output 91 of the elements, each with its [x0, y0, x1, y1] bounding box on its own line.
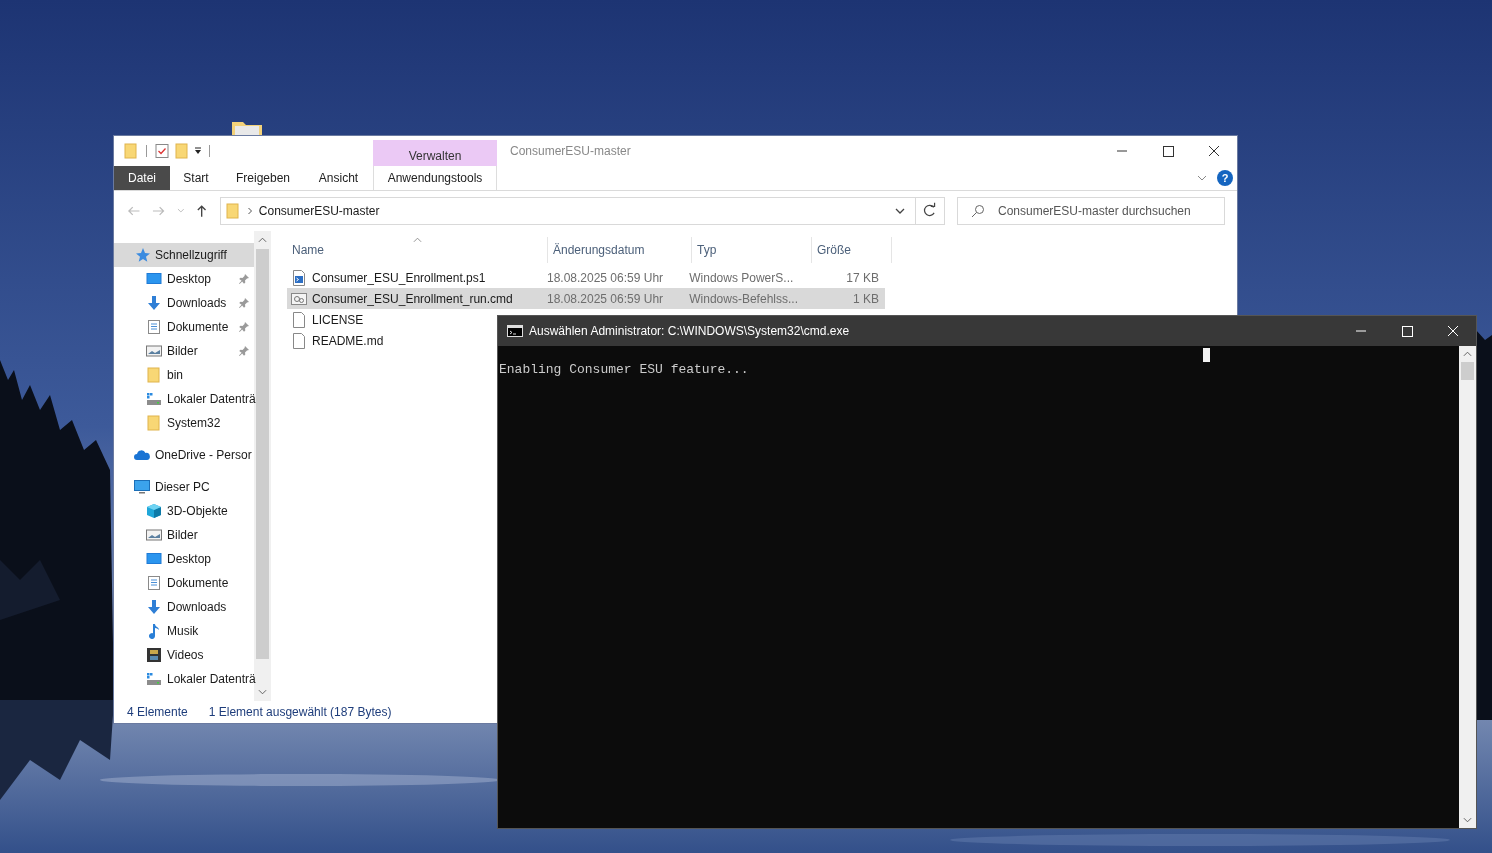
sidebar-item[interactable]: Bilder	[114, 523, 254, 547]
sidebar-item[interactable]: Downloads	[114, 595, 254, 619]
file-row[interactable]: README.md	[287, 330, 392, 351]
document-icon	[146, 319, 162, 335]
ribbon-tab[interactable]: Start	[170, 166, 222, 190]
scrollbar-thumb[interactable]	[256, 249, 269, 659]
file-name: Consumer_ESU_Enrollment.ps1	[312, 270, 486, 285]
text-cursor	[1203, 348, 1210, 362]
sidebar-item[interactable]: Schnellzugriff	[114, 243, 254, 267]
folder-icon	[146, 415, 162, 431]
drive-icon	[146, 671, 162, 687]
console-output: Enabling Consumer ESU feature...	[499, 362, 750, 377]
document-icon	[146, 575, 162, 591]
window-title: ConsumerESU-master	[510, 144, 631, 158]
column-header[interactable]: Änderungsdatum	[548, 237, 692, 263]
star-icon	[134, 247, 150, 263]
drive-icon	[146, 391, 162, 407]
folder-icon	[224, 203, 241, 219]
file-name: README.md	[312, 333, 384, 348]
sidebar-item[interactable]: Dokumente	[114, 315, 254, 339]
address-path[interactable]: ConsumerESU-master	[258, 204, 380, 218]
script-file-icon	[291, 269, 307, 286]
file-row[interactable]: Consumer_ESU_Enrollment_run.cmd 18.08.2025 06:59 Uhr Windows-Befehlss... 1 KB	[287, 288, 885, 309]
file-icon	[291, 332, 307, 349]
file-row[interactable]: LICENSE	[287, 309, 372, 330]
sidebar-item[interactable]: bin	[114, 363, 254, 387]
computer-icon	[134, 479, 150, 495]
scrollbar[interactable]	[254, 231, 271, 701]
picture-frame-icon	[146, 527, 162, 543]
address-bar[interactable]: ConsumerESU-master	[219, 197, 917, 225]
monitor-icon	[146, 551, 162, 567]
file-name: Consumer_ESU_Enrollment_run.cmd	[312, 291, 513, 306]
date-cell-text: 18.08.2025 06:59 Uhr	[545, 270, 665, 285]
scroll-down-icon[interactable]	[1463, 817, 1472, 823]
sidebar-item[interactable]: Lokaler Datenträ	[114, 387, 254, 411]
scroll-up-icon[interactable]	[258, 237, 267, 243]
sidebar-item[interactable]: Dokumente	[114, 571, 254, 595]
sidebar-item[interactable]: Desktop	[114, 547, 254, 571]
column-header[interactable]: Typ	[692, 237, 812, 263]
folder-icon	[146, 367, 162, 383]
file-row[interactable]: Consumer_ESU_Enrollment.ps1 18.08.2025 06:59 Uhr Windows PowerS... 17 KB	[287, 267, 885, 288]
item-count: 4 Elemente	[127, 705, 188, 719]
scroll-up-icon[interactable]	[1463, 351, 1472, 357]
sort-up-icon	[413, 237, 422, 243]
sidebar-item[interactable]: System32	[114, 411, 254, 435]
chevron-down-icon[interactable]	[895, 208, 906, 214]
scroll-down-icon[interactable]	[258, 689, 267, 695]
chevron-right-icon	[246, 207, 253, 215]
type-cell-text: Windows-Befehlss...	[688, 291, 799, 306]
selection-info: 1 Element ausgewählt (187 Bytes)	[208, 705, 392, 719]
sidebar-item[interactable]: Downloads	[114, 291, 254, 315]
sidebar-item[interactable]: Musik	[114, 619, 254, 643]
refresh-icon[interactable]	[916, 197, 945, 225]
scrollbar[interactable]	[1459, 346, 1476, 828]
size-cell-text: 1 KB	[852, 291, 880, 306]
help-button[interactable]: ?	[1217, 170, 1233, 186]
column-header[interactable]: Name	[287, 237, 548, 263]
search-icon	[970, 204, 985, 218]
context-tab-group: Verwalten	[373, 140, 497, 166]
sidebar-item[interactable]: 3D-Objekte	[114, 499, 254, 523]
sidebar-item[interactable]: Dieser PC	[114, 475, 254, 499]
search-field[interactable]: ConsumerESU-master durchsuchen	[956, 197, 1225, 225]
window-title: Auswählen Administrator: C:\WINDOWS\System32\cmd.exe	[529, 324, 850, 338]
dropdown-icon[interactable]	[194, 147, 202, 155]
file-icon	[291, 311, 307, 328]
sidebar-item[interactable]: OneDrive - Persor	[114, 443, 254, 467]
ribbon-tab[interactable]: Ansicht	[304, 166, 373, 190]
size-cell-text: 17 KB	[845, 270, 880, 285]
checklist-icon[interactable]	[154, 143, 170, 159]
cube-icon	[146, 503, 162, 519]
date-cell-text: 18.08.2025 06:59 Uhr	[545, 291, 665, 306]
gear-file-icon	[291, 290, 307, 307]
console-icon	[507, 325, 523, 337]
film-icon	[146, 647, 162, 663]
ribbon-tab[interactable]: Freigeben	[222, 166, 304, 190]
scrollbar-thumb[interactable]	[1461, 362, 1474, 380]
down-arrow-icon	[146, 295, 162, 311]
monitor-icon	[146, 271, 162, 287]
sidebar-item[interactable]: Videos	[114, 643, 254, 667]
context-tab[interactable]: Anwendungstools	[373, 166, 497, 190]
music-note-icon	[146, 623, 162, 639]
picture-frame-icon	[146, 343, 162, 359]
sidebar-item[interactable]: Bilder	[114, 339, 254, 363]
sidebar-item[interactable]: Lokaler Datenträ	[114, 667, 254, 691]
type-cell-text: Windows PowerS...	[688, 270, 795, 285]
sidebar-item[interactable]: Desktop	[114, 267, 254, 291]
file-name: LICENSE	[312, 312, 364, 327]
cloud-icon	[134, 447, 150, 463]
file-tab[interactable]: Datei	[114, 166, 170, 190]
column-header[interactable]: Größe	[812, 237, 892, 263]
down-arrow-icon	[146, 599, 162, 615]
